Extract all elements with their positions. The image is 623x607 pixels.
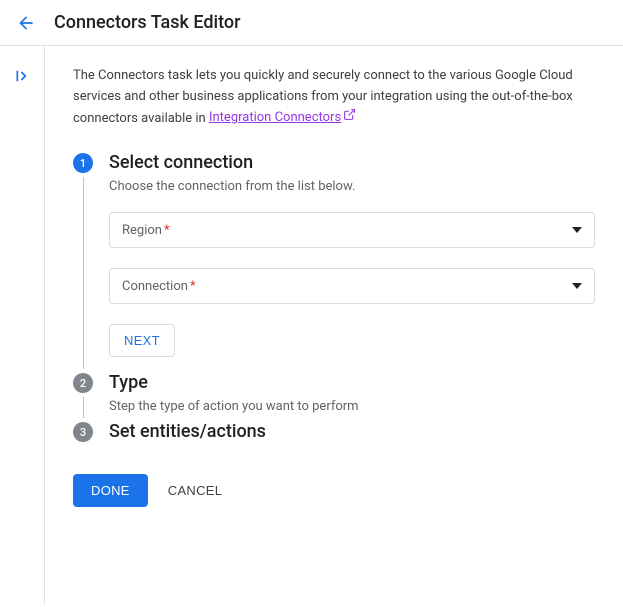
step-connector-line bbox=[83, 177, 84, 369]
step-3-badge: 3 bbox=[73, 422, 93, 442]
left-gutter bbox=[0, 46, 44, 604]
step-2-subtitle: Step the type of action you want to perf… bbox=[109, 399, 595, 414]
main-content: The Connectors task lets you quickly and… bbox=[44, 46, 623, 604]
step-2: 2 Type Step the type of action you want … bbox=[73, 373, 595, 422]
cancel-button[interactable]: CANCEL bbox=[168, 483, 223, 498]
page-title: Connectors Task Editor bbox=[54, 12, 240, 33]
step-2-title: Type bbox=[109, 373, 595, 393]
step-1-subtitle: Choose the connection from the list belo… bbox=[109, 179, 595, 194]
chevron-down-icon bbox=[572, 283, 582, 289]
next-button[interactable]: NEXT bbox=[109, 324, 175, 357]
editor-header: Connectors Task Editor bbox=[0, 0, 623, 46]
connection-label: Connection* bbox=[122, 279, 196, 294]
step-1-badge: 1 bbox=[73, 153, 93, 173]
back-arrow-icon[interactable] bbox=[16, 13, 36, 33]
step-connector-line bbox=[83, 397, 84, 418]
footer-actions: DONE CANCEL bbox=[73, 474, 595, 507]
integration-connectors-link[interactable]: Integration Connectors bbox=[209, 110, 356, 125]
external-link-icon bbox=[343, 108, 356, 129]
chevron-down-icon bbox=[572, 227, 582, 233]
step-3: 3 Set entities/actions bbox=[73, 422, 595, 456]
step-3-title: Set entities/actions bbox=[109, 422, 595, 442]
intro-text: The Connectors task lets you quickly and… bbox=[73, 66, 595, 129]
region-label: Region* bbox=[122, 223, 170, 238]
step-1: 1 Select connection Choose the connectio… bbox=[73, 153, 595, 373]
done-button[interactable]: DONE bbox=[73, 474, 148, 507]
step-2-badge: 2 bbox=[73, 373, 93, 393]
panel-toggle-icon[interactable] bbox=[14, 68, 30, 604]
step-1-title: Select connection bbox=[109, 153, 595, 173]
connection-select[interactable]: Connection* bbox=[109, 268, 595, 304]
region-select[interactable]: Region* bbox=[109, 212, 595, 248]
